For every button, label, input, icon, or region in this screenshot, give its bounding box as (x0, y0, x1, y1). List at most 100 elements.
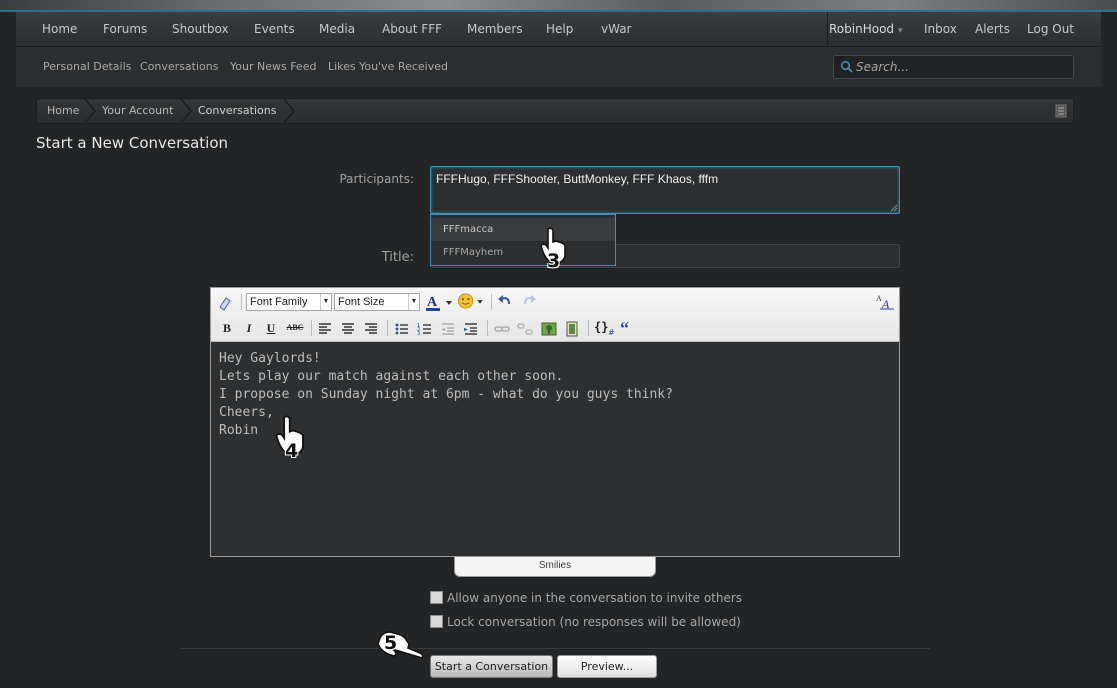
numbered-list-icon[interactable]: 123 (417, 320, 433, 338)
breadcrumb-conversations[interactable]: Conversations (198, 99, 276, 123)
font-family-label: Font Family (250, 296, 308, 308)
smiley-icon[interactable] (455, 292, 487, 310)
participants-autocomplete: FFFmacca FFFMayhem (430, 214, 616, 266)
redo-icon[interactable] (521, 293, 537, 311)
indent-icon[interactable] (463, 320, 479, 338)
align-left-icon[interactable] (317, 320, 333, 338)
svg-text:A: A (427, 295, 438, 310)
breadcrumb-separator-icon (283, 99, 295, 123)
image-icon[interactable] (541, 320, 557, 338)
editor-toolbar: Font Family▼ Font Size▼ A A A B I U AB (211, 288, 899, 342)
nav-inbox[interactable]: Inbox (924, 12, 957, 47)
participants-value: FFFHugo, FFFShooter, ButtMonkey, FFF Kha… (436, 172, 718, 186)
subnav-conversations[interactable]: Conversations (140, 47, 218, 87)
quote-icon[interactable]: “ (619, 319, 635, 337)
search-icon (840, 60, 853, 73)
font-size-select[interactable]: Font Size ▼ (334, 293, 420, 311)
subnav-news-feed[interactable]: Your News Feed (230, 47, 316, 87)
code-icon[interactable]: {} # (594, 319, 616, 337)
align-center-icon[interactable] (340, 320, 356, 338)
message-line: Lets play our match against each other s… (219, 369, 564, 384)
subnav-personal-details[interactable]: Personal Details (43, 47, 131, 87)
italic-icon[interactable]: I (241, 319, 257, 337)
pointer-annotation-5: 5 (374, 622, 426, 664)
message-body[interactable]: Hey Gaylords! Lets play our match agains… (211, 342, 899, 556)
lock-checkbox[interactable] (430, 615, 443, 628)
nav-logout[interactable]: Log Out (1027, 12, 1074, 47)
bold-icon[interactable]: B (219, 319, 235, 337)
search-input[interactable] (856, 58, 1066, 76)
jump-menu-icon[interactable] (1055, 104, 1067, 118)
text-color-icon[interactable]: A (425, 293, 455, 311)
title-label: Title: (381, 250, 414, 265)
breadcrumb-separator-icon (180, 99, 192, 123)
annotation-number: 3 (547, 250, 561, 272)
media-icon[interactable] (564, 320, 580, 338)
nav-shoutbox[interactable]: Shoutbox (172, 12, 229, 47)
toolbar-separator (487, 320, 488, 336)
message-line-greeting: Hey Gaylords! (219, 351, 321, 366)
link-icon[interactable] (494, 320, 510, 338)
align-right-icon[interactable] (363, 320, 379, 338)
bullet-list-icon[interactable] (394, 320, 410, 338)
suggestion-item[interactable]: FFFMayhem (431, 241, 615, 264)
nav-members[interactable]: Members (467, 12, 523, 47)
hand-pointer-icon (377, 631, 424, 659)
nav-vwar[interactable]: vWar (601, 12, 632, 47)
resize-grip-icon[interactable] (890, 204, 898, 212)
nav-alerts[interactable]: Alerts (975, 12, 1010, 47)
invite-checkbox[interactable] (430, 591, 443, 604)
account-subnav: Personal Details Conversations Your News… (16, 47, 1101, 87)
participants-label: Participants: (339, 172, 414, 186)
toolbar-separator (311, 320, 312, 336)
pointer-annotation-3: 3 (538, 226, 574, 278)
nav-home[interactable]: Home (42, 12, 77, 47)
search-box[interactable] (833, 55, 1074, 79)
annotation-number: 5 (384, 632, 398, 654)
nav-username: RobinHood (829, 22, 895, 36)
unlink-icon[interactable] (517, 320, 533, 338)
smilies-tab[interactable]: Smilies (454, 557, 656, 577)
chevron-down-icon: ▼ (320, 294, 331, 310)
nav-user-menu[interactable]: RobinHood ▾ (829, 12, 903, 47)
nav-events[interactable]: Events (254, 12, 295, 47)
nav-media[interactable]: Media (319, 12, 355, 47)
breadcrumb: Home Your Account Conversations (36, 98, 1074, 124)
svg-text:A: A (881, 297, 890, 310)
toolbar-separator (588, 320, 589, 336)
pointer-annotation-4: 4 (272, 414, 314, 468)
page-title: Start a New Conversation (36, 134, 229, 152)
svg-text:{}: {} (594, 320, 608, 334)
nav-forums[interactable]: Forums (103, 12, 147, 47)
message-line: I propose on Sunday night at 6pm - what … (219, 387, 673, 402)
breadcrumb-separator-icon (84, 99, 96, 123)
message-line: Cheers, (219, 405, 274, 420)
participants-field[interactable]: FFFHugo, FFFShooter, ButtMonkey, FFF Kha… (430, 166, 900, 214)
invite-option-label: Allow anyone in the conversation to invi… (447, 591, 743, 605)
suggestion-item[interactable]: FFFmacca (431, 218, 615, 241)
participants-text: FFFHugo, FFFShooter, ButtMonkey, FFF Kha… (436, 172, 719, 186)
undo-icon[interactable] (497, 293, 513, 311)
outdent-icon[interactable] (440, 320, 456, 338)
message-line: Robin (219, 423, 259, 438)
nav-about[interactable]: About FFF (382, 12, 442, 47)
breadcrumb-home[interactable]: Home (47, 99, 79, 123)
svg-text:“: “ (620, 319, 629, 337)
font-size-label: Font Size (338, 296, 385, 308)
chevron-down-icon: ▾ (898, 26, 903, 36)
svg-text:3: 3 (417, 331, 420, 337)
font-family-select[interactable]: Font Family ▼ (246, 293, 332, 311)
underline-icon[interactable]: U (263, 319, 279, 337)
main-nav: Home Forums Shoutbox Events Media About … (16, 12, 1101, 47)
preview-button[interactable]: Preview... (557, 655, 657, 678)
toolbar-separator (387, 320, 388, 336)
toggle-source-icon[interactable]: A A (875, 292, 895, 310)
strikethrough-icon[interactable]: ABC (285, 319, 305, 337)
subnav-likes[interactable]: Likes You've Received (328, 47, 448, 87)
start-conversation-button[interactable]: Start a Conversation (430, 655, 553, 678)
eraser-icon[interactable] (217, 294, 233, 312)
svg-text:#: # (608, 328, 615, 337)
toolbar-separator (241, 294, 242, 310)
breadcrumb-your-account[interactable]: Your Account (102, 99, 173, 123)
nav-help[interactable]: Help (546, 12, 573, 47)
